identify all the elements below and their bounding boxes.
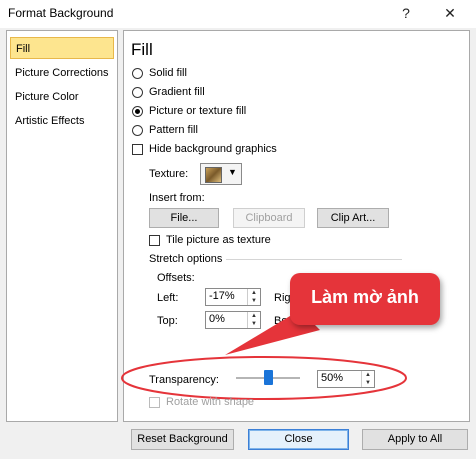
clipboard-button[interactable]: Clipboard [233, 208, 305, 228]
tile-label[interactable]: Tile picture as texture [166, 234, 271, 246]
close-window-button[interactable]: ✕ [440, 4, 460, 22]
solid-fill-label[interactable]: Solid fill [149, 67, 187, 79]
transparency-label: Transparency: [149, 374, 219, 386]
close-button[interactable]: Close [248, 429, 349, 450]
gradient-fill-label[interactable]: Gradient fill [149, 86, 205, 98]
rotate-label: Rotate with shape [166, 396, 255, 408]
transparency-value: 50% [321, 372, 344, 384]
texture-swatch-icon [205, 167, 222, 183]
stretch-separator [226, 259, 402, 260]
help-button[interactable]: ? [396, 4, 416, 22]
category-list: Fill Picture Corrections Picture Color A… [6, 30, 118, 422]
solid-fill-radio[interactable] [132, 68, 143, 79]
pattern-fill-radio[interactable] [132, 125, 143, 136]
hide-graphics-label[interactable]: Hide background graphics [149, 143, 277, 155]
picture-fill-radio[interactable] [132, 106, 143, 117]
tile-checkbox[interactable] [149, 235, 160, 246]
clip-art-button[interactable]: Clip Art... [317, 208, 389, 228]
offsets-label: Offsets: [157, 272, 195, 284]
callout-text: Làm mờ ảnh [311, 287, 419, 307]
gradient-fill-radio[interactable] [132, 87, 143, 98]
texture-label: Texture: [149, 168, 189, 180]
rotate-checkbox[interactable] [149, 397, 160, 408]
picture-fill-label[interactable]: Picture or texture fill [149, 105, 246, 117]
sidebar-item-picture-corrections[interactable]: Picture Corrections [10, 62, 114, 84]
sidebar-item-artistic-effects[interactable]: Artistic Effects [10, 110, 114, 132]
pattern-fill-label[interactable]: Pattern fill [149, 124, 198, 136]
stretch-options-label: Stretch options [149, 253, 223, 265]
top-offset-label: Top: [157, 315, 178, 327]
transparency-spinner[interactable]: 50% ▲ ▼ [317, 370, 375, 388]
left-offset-label: Left: [157, 292, 179, 304]
window-title: Format Background [8, 6, 114, 20]
insert-from-label: Insert from: [149, 192, 205, 204]
spinner-arrows-icon[interactable]: ▲ ▼ [361, 371, 374, 387]
panel-heading: Fill [131, 40, 153, 59]
sidebar-item-fill[interactable]: Fill [10, 37, 114, 59]
file-button[interactable]: File... [149, 208, 219, 228]
transparency-slider-thumb[interactable] [264, 370, 273, 385]
chevron-down-icon: ▼ [228, 167, 237, 177]
apply-to-all-button[interactable]: Apply to All [362, 429, 468, 450]
reset-background-button[interactable]: Reset Background [131, 429, 234, 450]
texture-dropdown[interactable]: ▼ [200, 163, 242, 185]
hide-graphics-checkbox[interactable] [132, 144, 143, 155]
sidebar-item-picture-color[interactable]: Picture Color [10, 86, 114, 108]
callout-box: Làm mờ ảnh [290, 273, 440, 325]
